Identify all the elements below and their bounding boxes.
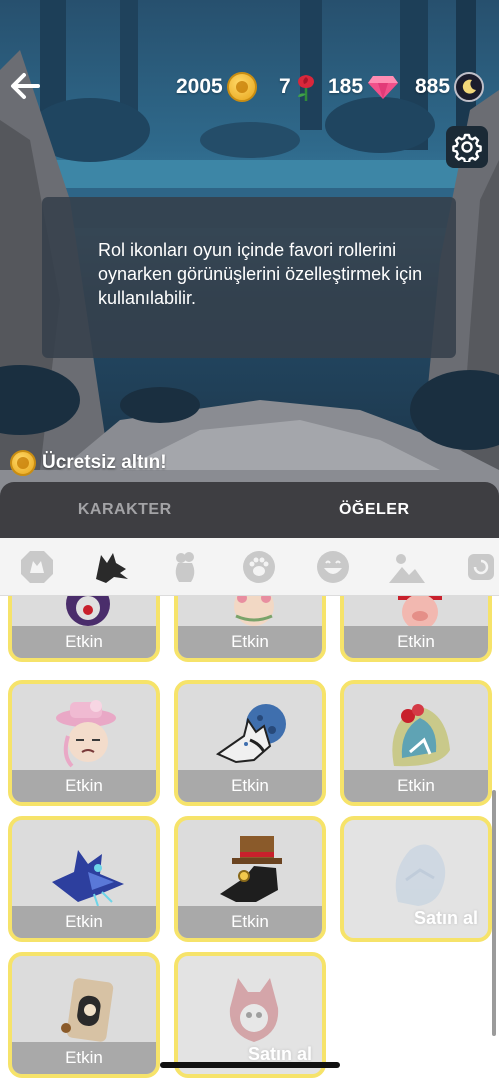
blue-wolf-icon — [52, 850, 124, 907]
item-card[interactable]: Etkin — [174, 816, 326, 942]
category-bar — [0, 538, 499, 596]
top-hat-plague-wolf-icon — [220, 836, 282, 902]
category-wolf[interactable] — [74, 538, 148, 596]
category-badge[interactable] — [0, 538, 74, 596]
arrow-left-icon — [11, 73, 40, 99]
emoji-icon — [317, 550, 349, 583]
moon-coin-icon — [454, 72, 485, 102]
item-card[interactable]: Etkin — [8, 596, 160, 662]
tab-bar: KARAKTER ÖĞELER — [0, 482, 499, 538]
category-emoji[interactable] — [296, 538, 370, 596]
item-status: Etkin — [178, 626, 322, 658]
item-status: Etkin — [178, 906, 322, 938]
back-button[interactable] — [6, 66, 46, 106]
item-status: Etkin — [12, 1042, 156, 1074]
paw-icon — [243, 550, 275, 583]
moon-value: 885 — [415, 75, 451, 98]
item-status: Etkin — [12, 906, 156, 938]
gem-icon — [368, 76, 399, 99]
gold-value: 2005 — [176, 75, 223, 98]
item-card[interactable]: Etkin — [340, 680, 492, 806]
item-status: Etkin — [178, 770, 322, 802]
home-indicator[interactable] — [160, 1062, 340, 1068]
category-more[interactable] — [444, 538, 499, 596]
pink-hat-lady-icon — [56, 700, 116, 768]
more-icon — [468, 553, 494, 580]
moon-wolf-icon — [215, 704, 286, 764]
gem-value: 185 — [328, 75, 364, 98]
info-text: Rol ikonları oyun içinde favori rollerin… — [98, 240, 423, 308]
rose-icon — [297, 75, 314, 101]
item-card[interactable]: Etkin — [8, 952, 160, 1078]
item-grid: Etkin Etkin Etkin Etkin Etkin Etkin Etki… — [0, 596, 499, 1080]
tab-label: KARAKTER — [77, 501, 172, 518]
category-paw[interactable] — [222, 538, 296, 596]
tab-karakter[interactable]: KARAKTER — [0, 482, 250, 538]
tab-label: ÖĞELER — [338, 501, 410, 518]
gold-coin-icon — [226, 72, 257, 102]
item-card[interactable]: Satın al — [174, 952, 326, 1078]
info-panel: Rol ikonları oyun içinde favori rollerin… — [42, 197, 456, 358]
item-status: Etkin — [12, 770, 156, 802]
item-card[interactable]: Satın al — [340, 816, 492, 942]
gear-icon — [452, 133, 482, 162]
category-landscape[interactable] — [370, 538, 444, 596]
gem-counter[interactable]: 185 — [328, 70, 399, 104]
landscape-icon — [389, 553, 425, 583]
scrollbar[interactable] — [492, 790, 496, 1036]
category-rose[interactable] — [148, 538, 222, 596]
item-status: Etkin — [344, 770, 488, 802]
hooded-figure-icon — [61, 978, 114, 1042]
gold-counter[interactable]: 2005 — [176, 70, 257, 104]
red-riding-hood-wolf-icon — [392, 704, 450, 767]
rose-bouquet-icon — [175, 551, 195, 582]
free-gold-label: Ücretsiz altın! — [42, 452, 167, 473]
skull-wolf-icon — [229, 978, 279, 1042]
rose-counter[interactable]: 7 — [279, 70, 317, 104]
badge-icon — [21, 550, 53, 583]
item-status: Etkin — [12, 626, 156, 658]
wolf-head-icon — [96, 552, 128, 583]
item-card[interactable]: Etkin — [340, 596, 492, 662]
rose-value: 7 — [279, 75, 291, 98]
moon-counter[interactable]: 885 — [415, 70, 485, 104]
item-card[interactable]: Etkin — [174, 596, 326, 662]
free-gold-button[interactable]: Ücretsiz altın! — [10, 449, 167, 477]
item-card[interactable]: Etkin — [8, 816, 160, 942]
item-status: Satın al — [413, 907, 478, 928]
settings-button[interactable] — [446, 126, 488, 168]
ghost-wolf-icon — [395, 844, 446, 906]
item-card[interactable]: Etkin — [8, 680, 160, 806]
item-card[interactable]: Etkin — [174, 680, 326, 806]
gold-coin-icon — [10, 450, 36, 476]
tab-ogeler[interactable]: ÖĞELER — [250, 482, 499, 538]
item-status: Etkin — [344, 626, 488, 658]
